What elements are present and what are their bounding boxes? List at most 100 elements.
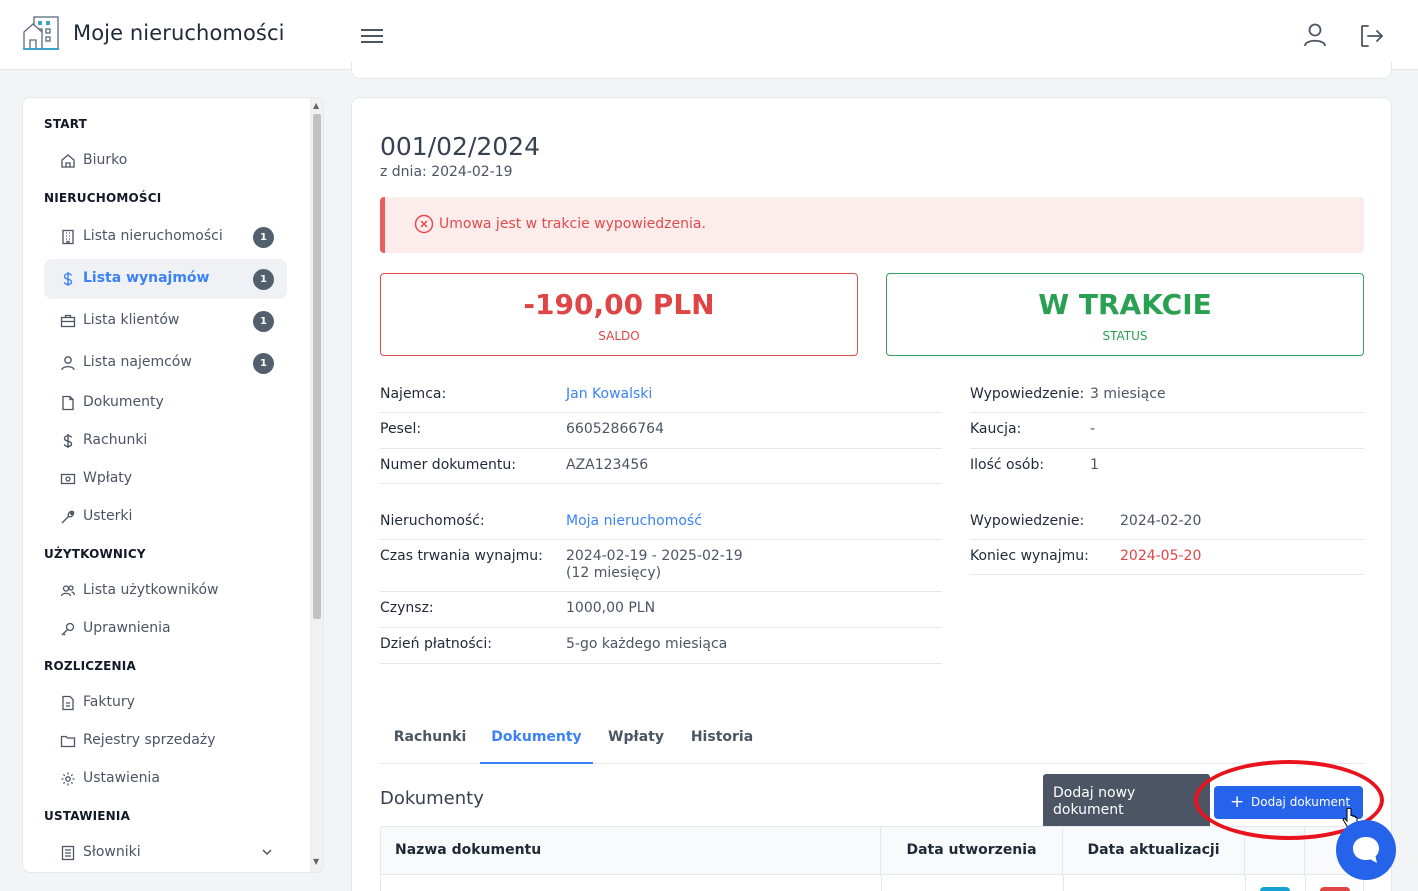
top-bar: Moje nieruchomości	[0, 0, 1418, 70]
briefcase-icon	[60, 314, 76, 328]
hamburger-menu-icon[interactable]	[360, 25, 384, 47]
sidebar-item-label: Lista wynajmów	[83, 270, 210, 286]
detail-label: Koniec wynajmu:	[970, 548, 1089, 564]
scroll-up-arrow-icon[interactable]: ▲	[313, 101, 319, 110]
sidebar-item-label: Rejestry sprzedaży	[83, 732, 216, 748]
detail-row-osoby: Ilość osób: 1	[970, 449, 1364, 484]
sidebar-item-label: Lista użytkowników	[83, 582, 219, 598]
detail-value: 2024-05-20	[1120, 548, 1202, 564]
column-header-created[interactable]: Data utworzenia	[881, 827, 1063, 874]
sidebar-item-label: Uprawnienia	[83, 620, 171, 636]
column-divider	[881, 874, 882, 891]
detail-value: 1	[1090, 457, 1099, 473]
app-title: Moje nieruchomości	[73, 21, 285, 45]
detail-value: AZA123456	[566, 457, 649, 473]
detail-label: Dzień płatności:	[380, 636, 492, 652]
error-circle-icon	[414, 214, 434, 234]
saldo-label: SALDO	[598, 329, 640, 343]
sidebar-item-ustawienia[interactable]: Ustawienia	[44, 759, 287, 799]
detail-row-wypowiedzenie: Wypowiedzenie: 3 miesiące	[970, 380, 1364, 413]
detail-label: Kaucja:	[970, 421, 1022, 437]
scrollbar-thumb[interactable]	[313, 114, 321, 619]
sidebar-item-dokumenty[interactable]: Dokumenty	[44, 383, 287, 423]
tab-historia[interactable]: Historia	[679, 716, 765, 764]
detail-row-czynsz: Czynsz: 1000,00 PLN	[380, 592, 942, 628]
detail-value: 66052866764	[566, 421, 664, 437]
detail-row-wypowiedzenie-data: Wypowiedzenie: 2024-02-20	[970, 507, 1364, 540]
contract-date: z dnia: 2024-02-19	[380, 164, 513, 180]
buildings-logo-icon[interactable]	[22, 15, 60, 51]
detail-label: Pesel:	[380, 421, 422, 437]
sidebar-item-usterki[interactable]: Usterki	[44, 497, 287, 537]
sidebar-item-lista-nieruchomosci[interactable]: Lista nieruchomości 1	[44, 217, 287, 257]
sidebar-item-label: Ustawienia	[83, 770, 160, 786]
column-header-updated[interactable]: Data aktualizacji	[1063, 827, 1245, 874]
count-badge: 1	[253, 353, 274, 374]
sidebar-item-lista-klientow[interactable]: Lista klientów 1	[44, 301, 287, 341]
add-document-label: Dodaj dokument	[1251, 795, 1351, 809]
sidebar-item-lista-najemcow[interactable]: Lista najemców 1	[44, 343, 287, 383]
detail-label: Czas trwania wynajmu:	[380, 548, 543, 564]
column-divider	[1245, 874, 1246, 891]
tooltip: Dodaj nowy dokument	[1043, 774, 1210, 829]
sidebar-item-slowniki[interactable]: Słowniki	[44, 833, 287, 872]
tabs: Rachunki Dokumenty Wpłaty Historia	[380, 716, 1364, 764]
sidebar-item-rachunki[interactable]: Rachunki	[44, 421, 287, 461]
detail-label: Ilość osób:	[970, 457, 1045, 473]
sidebar-item-faktury[interactable]: Faktury	[44, 683, 287, 723]
detail-row-numer: Numer dokumentu: AZA123456	[380, 449, 942, 484]
detail-label: Wypowiedzenie:	[970, 513, 1085, 529]
tenant-link[interactable]: Jan Kowalski	[566, 386, 652, 403]
sidebar-item-wplaty[interactable]: Wpłaty	[44, 459, 287, 499]
sidebar-item-uprawnienia[interactable]: Uprawnienia	[44, 609, 287, 649]
detail-value: 2024-02-19 - 2025-02-19	[566, 548, 743, 564]
chat-widget-button[interactable]	[1336, 820, 1396, 880]
add-document-button[interactable]: + Dodaj dokument	[1214, 786, 1363, 819]
home-icon	[61, 154, 75, 168]
column-header-name[interactable]: Nazwa dokumentu	[381, 827, 881, 874]
folder-icon	[60, 735, 76, 748]
documents-section-title: Dokumenty	[380, 788, 484, 809]
detail-label: Najemca:	[380, 386, 447, 402]
section-uzytkownicy: UŻYTKOWNICY	[44, 547, 146, 561]
detail-value: 3 miesiące	[1090, 386, 1166, 402]
sidebar-item-lista-uzytkownikow[interactable]: Lista użytkowników	[44, 571, 287, 611]
sidebar-item-label: Lista najemców	[83, 354, 192, 370]
property-link[interactable]: Moja nieruchomość	[566, 513, 702, 530]
building-icon	[62, 229, 74, 245]
alert-text: Umowa jest w trakcie wypowiedzenia.	[439, 216, 706, 232]
tab-dokumenty[interactable]: Dokumenty	[480, 716, 593, 764]
gear-icon	[61, 772, 75, 786]
sidebar-item-lista-wynajmow[interactable]: Lista wynajmów 1	[44, 259, 287, 299]
count-badge: 1	[253, 227, 274, 248]
tab-wplaty[interactable]: Wpłaty	[593, 716, 679, 764]
detail-value: 1000,00 PLN	[566, 600, 656, 616]
scroll-down-arrow-icon[interactable]: ▼	[313, 857, 319, 866]
sidebar-item-label: Dokumenty	[83, 394, 164, 410]
delete-button[interactable]	[1320, 887, 1350, 891]
dollar-icon	[63, 272, 73, 286]
user-profile-icon[interactable]	[1302, 22, 1328, 48]
sidebar-scrollbar[interactable]: ▲ ▼	[310, 98, 323, 872]
sidebar-item-biurko[interactable]: Biurko	[44, 141, 287, 181]
users-icon	[60, 585, 76, 597]
chevron-down-icon[interactable]	[260, 845, 274, 859]
invoice-icon	[62, 695, 74, 711]
status-card: W TRAKCIE STATUS	[886, 273, 1364, 356]
detail-value: 2024-02-20	[1120, 513, 1202, 529]
sidebar-item-rejestry-sprzedazy[interactable]: Rejestry sprzedaży	[44, 721, 287, 761]
edit-button[interactable]	[1260, 887, 1290, 891]
wrench-icon	[61, 510, 75, 524]
column-divider	[1063, 874, 1064, 891]
detail-row-dzien: Dzień płatności: 5-go każdego miesiąca	[380, 628, 942, 664]
logout-icon[interactable]	[1357, 22, 1385, 50]
tab-rachunki[interactable]: Rachunki	[380, 716, 480, 764]
sidebar-item-label: Lista nieruchomości	[83, 228, 223, 244]
sidebar-item-label: Rachunki	[83, 432, 148, 448]
sidebar-item-label: Słowniki	[83, 844, 141, 860]
sidebar-item-label: Wpłaty	[83, 470, 133, 486]
plus-icon: +	[1230, 792, 1245, 812]
detail-label: Nieruchomość:	[380, 513, 485, 529]
status-label: STATUS	[1102, 329, 1148, 343]
termination-alert: Umowa jest w trakcie wypowiedzenia.	[380, 197, 1364, 253]
